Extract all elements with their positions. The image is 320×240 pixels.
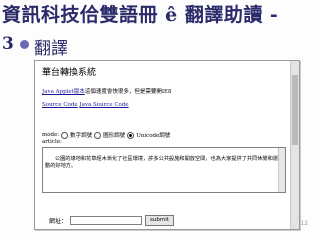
textarea-scrollbar[interactable]: [278, 148, 285, 192]
url-label: 網址：: [49, 218, 68, 225]
page-scrollbar[interactable]: [290, 61, 299, 229]
presentation-slide: 資訊科技佮雙語冊 ê 翻譯助讀 - 3 翻譯 華台轉換系統 Java Apple…: [0, 0, 320, 240]
article-label: article:: [42, 139, 62, 145]
bullet-icon: [20, 40, 29, 49]
slide-title-number: 3: [2, 34, 14, 54]
slide-page-number: 12: [300, 220, 308, 227]
java-applet-link[interactable]: Java Applet版本: [42, 89, 85, 95]
mode-radio-numeric[interactable]: [61, 131, 69, 139]
mode-option-numeric-label: 數字調號: [70, 133, 93, 139]
source-code-link[interactable]: Source Code: [42, 102, 78, 108]
url-input[interactable]: [70, 216, 143, 225]
scrollbar-thumb[interactable]: [292, 75, 298, 145]
article-text: 公園的綠地和花草經木漸化了社區環境，許多公共設施和開放空間，也為大家提供了共同休…: [45, 156, 278, 169]
java-applet-note: 這個速度會快很多，但是需要開IE8: [84, 89, 172, 95]
slide-title: 資訊科技佮雙語冊 ê 翻譯助讀 -: [2, 4, 279, 26]
java-applet-line: Java Applet版本這個速度會快很多，但是需要開IE8: [42, 87, 172, 95]
mode-option-graphic-label: 圖形調號: [103, 133, 126, 139]
mode-label: mode:: [42, 132, 60, 138]
java-source-code-link[interactable]: Java Source Code: [79, 102, 128, 108]
bullet-text: 翻譯: [34, 39, 68, 59]
mode-selector: mode: 數字調號 圖形調號 Unicode調號: [42, 131, 170, 139]
submit-button[interactable]: submit: [145, 215, 174, 226]
source-code-line: Source Code Java Source Code: [42, 102, 129, 108]
url-form: 網址： submit: [49, 215, 174, 226]
article-textarea[interactable]: 公園的綠地和花草經木漸化了社區環境，許多公共設施和開放空間，也為大家提供了共同休…: [42, 147, 286, 193]
embedded-screenshot: 華台轉換系統 Java Applet版本這個速度會快很多，但是需要開IE8 So…: [34, 60, 300, 230]
page-heading: 華台轉換系統: [42, 68, 97, 78]
mode-radio-graphic[interactable]: [94, 131, 102, 139]
mode-option-unicode-label: Unicode調號: [136, 133, 171, 139]
mode-radio-unicode[interactable]: [127, 131, 135, 139]
